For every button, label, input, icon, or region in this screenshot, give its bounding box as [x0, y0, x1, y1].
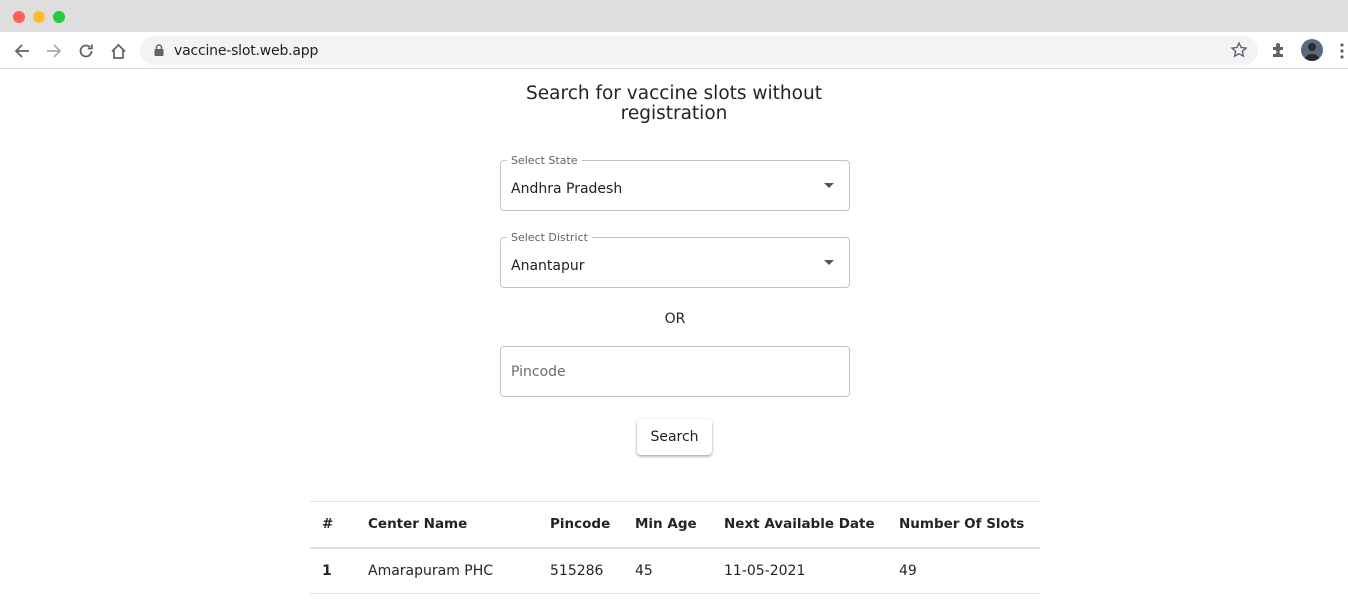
cell-min-age: 45 [635, 562, 653, 579]
dropdown-arrow-icon [824, 260, 834, 265]
pincode-input[interactable] [501, 347, 849, 396]
cell-index: 1 [322, 562, 332, 579]
close-window-button[interactable] [13, 11, 25, 23]
search-button[interactable]: Search [637, 419, 712, 455]
header-center-name: Center Name [368, 516, 468, 533]
cell-next-available-date: 11-05-2021 [724, 562, 806, 579]
pincode-field [500, 346, 850, 397]
minimize-window-button[interactable] [33, 11, 45, 23]
browser-titlebar [0, 0, 1348, 32]
profile-avatar[interactable] [1301, 39, 1323, 61]
table-header-row: # Center Name Pincode Min Age Next Avail… [310, 501, 1040, 548]
address-bar[interactable]: vaccine-slot.web.app [140, 36, 1258, 65]
select-district-label: Select District [507, 231, 592, 244]
results-table: # Center Name Pincode Min Age Next Avail… [310, 501, 1040, 594]
select-district-dropdown[interactable]: Select District Anantapur [500, 231, 850, 288]
forward-arrow-icon[interactable] [42, 39, 66, 63]
bookmark-star-icon[interactable] [1230, 41, 1248, 59]
reload-icon[interactable] [74, 39, 98, 63]
dropdown-arrow-icon [824, 183, 834, 188]
url-text: vaccine-slot.web.app [174, 43, 319, 59]
cell-number-of-slots: 49 [899, 562, 917, 579]
cell-center-name: Amarapuram PHC [368, 562, 494, 579]
home-icon[interactable] [106, 39, 130, 63]
browser-menu-icon[interactable] [1336, 42, 1348, 60]
select-district-value: Anantapur [511, 258, 585, 274]
or-separator: OR [664, 311, 686, 327]
header-index: # [322, 516, 334, 533]
maximize-window-button[interactable] [53, 11, 65, 23]
lock-icon [152, 43, 166, 57]
table-row: 1 Amarapuram PHC 515286 45 11-05-2021 49 [310, 548, 1040, 594]
select-state-value: Andhra Pradesh [511, 181, 623, 197]
back-arrow-icon[interactable] [10, 39, 34, 63]
select-state-label: Select State [507, 154, 582, 167]
cell-pincode: 515286 [550, 562, 604, 579]
header-min-age: Min Age [635, 516, 697, 533]
select-state-dropdown[interactable]: Select State Andhra Pradesh [500, 154, 850, 211]
page-title: Search for vaccine slots without registr… [526, 83, 822, 124]
header-pincode: Pincode [550, 516, 611, 533]
header-next-available-date: Next Available Date [724, 516, 875, 533]
extensions-puzzle-icon[interactable] [1269, 40, 1289, 60]
browser-toolbar: vaccine-slot.web.app [0, 32, 1348, 69]
header-number-of-slots: Number Of Slots [899, 516, 1025, 533]
